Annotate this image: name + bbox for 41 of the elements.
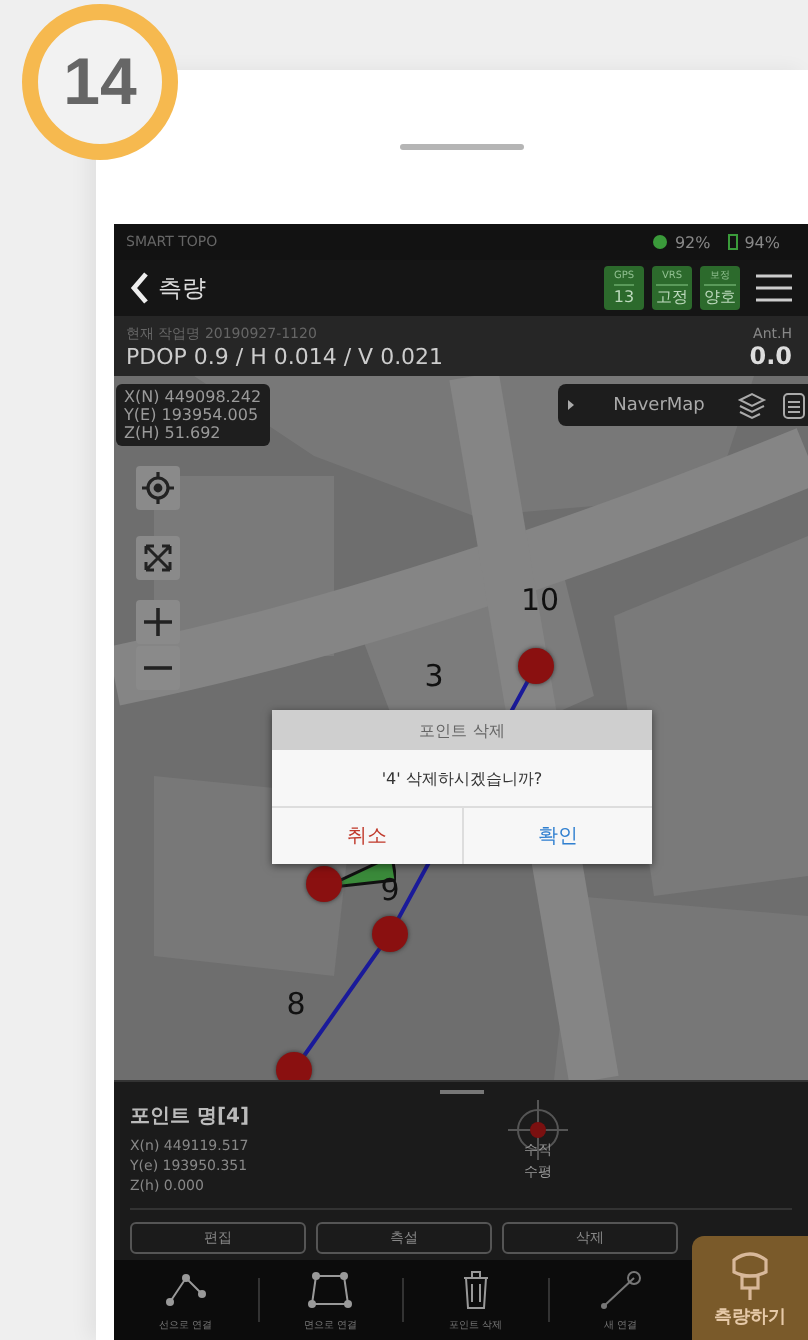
signal-percent: 92% [674, 233, 711, 251]
locate-button[interactable] [136, 466, 180, 510]
point-name: 포인트 명[4] [130, 1104, 252, 1130]
expand-arrows-icon [144, 544, 172, 572]
polyline-icon [163, 1268, 208, 1312]
fit-extent-button[interactable] [136, 536, 180, 580]
antenna-height-value: 0.0 [749, 342, 792, 370]
dialog-title: 포인트 삭제 [272, 710, 652, 750]
polygon-icon [308, 1268, 353, 1312]
zoom-in-button[interactable] [136, 600, 180, 644]
speaker-slot [400, 144, 524, 150]
zoom-out-button[interactable] [136, 646, 180, 690]
precision-readout: PDOP 0.9 / H 0.014 / V 0.021 [126, 344, 444, 370]
drag-handle[interactable] [439, 1090, 483, 1094]
battery-icon [728, 234, 739, 250]
point-label: 3 [422, 656, 446, 698]
point-label: 8 [284, 984, 308, 1026]
plus-icon [144, 608, 172, 636]
satellite-icon [652, 234, 669, 250]
menu-icon[interactable] [756, 274, 792, 302]
badge-value: 양호 [704, 283, 736, 307]
coordinate-text: X(N) 449098.242 [124, 388, 262, 406]
confirm-button[interactable]: 확인 [461, 808, 652, 864]
cancel-button[interactable]: 취소 [272, 808, 461, 864]
step-number-badge: 14 [22, 4, 178, 160]
gnss-receiver-icon [730, 1247, 770, 1299]
coordinate-text: Y(E) 193954.005 [124, 406, 261, 424]
back-button[interactable]: 측량 [130, 271, 206, 305]
map-layer-name[interactable]: NaverMap [590, 395, 728, 415]
back-chevron-icon [130, 272, 150, 304]
badge-value: 13 [613, 283, 635, 307]
survey-button[interactable]: 측량하기 [692, 1236, 808, 1340]
crosshair-icon [508, 1100, 568, 1160]
target-icon [142, 472, 174, 504]
point-label: 10 [518, 580, 562, 622]
list-icon[interactable] [780, 391, 808, 419]
minus-icon [144, 664, 172, 672]
coordinate-text: Z(H) 51.692 [124, 424, 223, 442]
battery-percent: 94% [744, 233, 780, 251]
line-icon [598, 1268, 643, 1312]
badge-value: 고정 [656, 283, 688, 307]
